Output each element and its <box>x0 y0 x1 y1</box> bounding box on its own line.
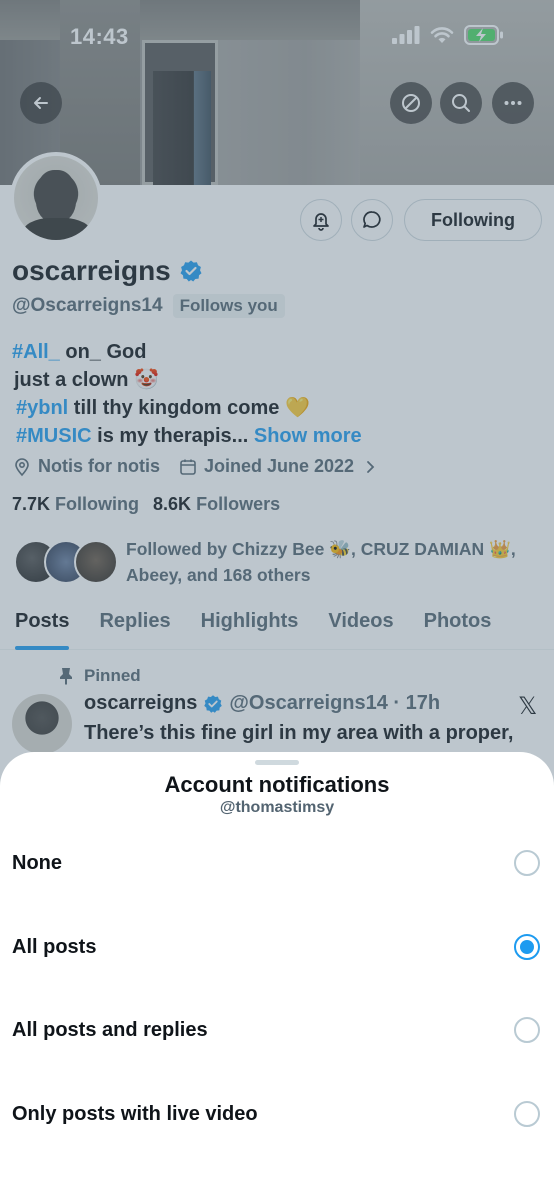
option-live-video[interactable]: Only posts with live video <box>0 1079 554 1149</box>
radio-all-posts-and-replies[interactable] <box>514 1017 540 1043</box>
option-label: None <box>12 852 62 874</box>
option-label: All posts <box>12 936 97 958</box>
radio-live-video[interactable] <box>514 1101 540 1127</box>
option-all-posts-and-replies[interactable]: All posts and replies <box>0 995 554 1065</box>
option-none[interactable]: None <box>0 828 554 898</box>
radio-all-posts[interactable] <box>514 934 540 960</box>
option-all-posts[interactable]: All posts <box>0 912 554 982</box>
account-notifications-sheet: Account notifications @thomastimsy None … <box>0 752 554 1200</box>
option-label: All posts and replies <box>12 1019 208 1041</box>
sheet-subtitle: @thomastimsy <box>219 799 335 816</box>
radio-none[interactable] <box>514 850 540 876</box>
sheet-grabber[interactable] <box>255 760 299 765</box>
sheet-title: Account notifications <box>164 772 390 797</box>
option-label: Only posts with live video <box>12 1103 258 1125</box>
